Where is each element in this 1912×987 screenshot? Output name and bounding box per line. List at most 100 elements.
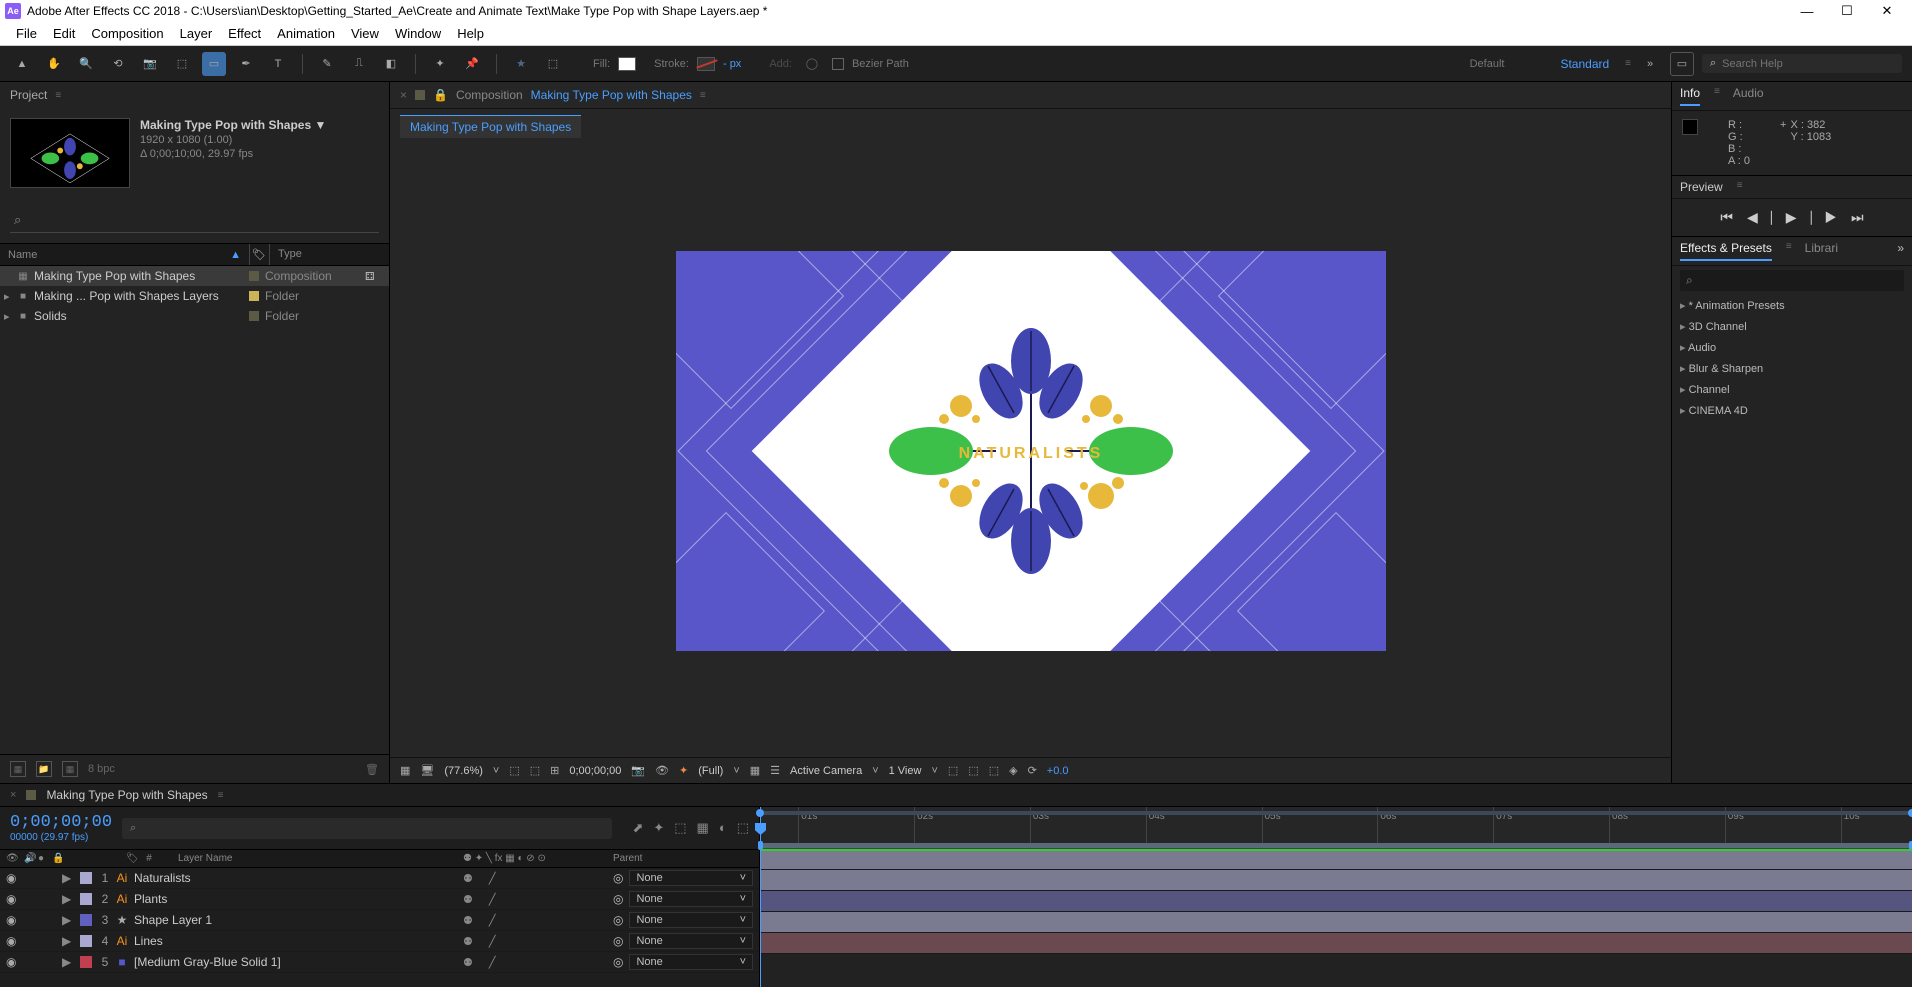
lock-col-icon[interactable]: 🔒 (52, 853, 66, 864)
effect-category[interactable]: Audio (1672, 337, 1912, 358)
menu-edit[interactable]: Edit (45, 26, 83, 41)
tab-preview[interactable]: Preview (1680, 180, 1723, 194)
project-item[interactable]: ▦ Making Type Pop with Shapes Compositio… (0, 266, 389, 286)
visibility-icon[interactable]: ◉ (6, 955, 20, 969)
label-swatch[interactable] (249, 311, 259, 321)
last-frame-icon[interactable]: ⏭ (1851, 209, 1864, 226)
roto-tool-icon[interactable]: ✦ (428, 52, 452, 76)
label-swatch[interactable] (80, 935, 92, 947)
parent-selector[interactable]: ◎None˅ (613, 933, 753, 949)
tab-libraries[interactable]: Librari (1805, 241, 1838, 261)
pickwhip-icon[interactable]: ◎ (613, 934, 623, 948)
name-col[interactable]: Layer Name (158, 853, 463, 864)
menu-composition[interactable]: Composition (83, 26, 171, 41)
rotate-tool-icon[interactable]: ⟲ (106, 52, 130, 76)
search-help[interactable]: ⌕ (1702, 54, 1902, 73)
magnification[interactable]: (77.6%) (444, 765, 483, 777)
pickwhip-icon[interactable]: ◎ (613, 955, 623, 969)
menu-effect[interactable]: Effect (220, 26, 269, 41)
next-frame-icon[interactable]: ⎸▶ (1811, 209, 1838, 226)
viewer-timecode[interactable]: 0;00;00;00 (569, 765, 621, 777)
tab-info[interactable]: Info (1680, 86, 1700, 106)
menu-view[interactable]: View (343, 26, 387, 41)
effect-category[interactable]: 3D Channel (1672, 316, 1912, 337)
eraser-tool-icon[interactable]: ◧ (379, 52, 403, 76)
show-snapshot-icon[interactable]: 👁 (655, 764, 669, 777)
panel-menu-icon[interactable]: ≡ (1737, 180, 1742, 194)
timeline-icon[interactable]: ☰ (770, 764, 780, 777)
layer-switches[interactable]: ⚉╱ (463, 935, 613, 948)
layer-bar[interactable] (760, 912, 1912, 933)
dropdown-icon[interactable]: ˅ (493, 765, 499, 777)
star-icon[interactable]: ★ (509, 52, 533, 76)
label-swatch[interactable] (80, 914, 92, 926)
expand-icon[interactable]: ▶ (62, 913, 76, 927)
puppet-tool-icon[interactable]: 📌 (460, 52, 484, 76)
view-icon-2[interactable]: ⬚ (968, 764, 978, 777)
project-search[interactable]: ⌕ (10, 208, 379, 233)
expand-icon[interactable]: ▸ (4, 310, 16, 323)
pickwhip-icon[interactable]: ◎ (613, 892, 623, 906)
label-swatch[interactable] (80, 893, 92, 905)
type-tool-icon[interactable]: T (266, 52, 290, 76)
layer-row[interactable]: ◉ ▶ 5 ■ [Medium Gray-Blue Solid 1] ⚉╱ ◎N… (0, 952, 759, 973)
bpc-label[interactable]: 8 bpc (88, 763, 115, 775)
refresh-icon[interactable]: ⟳ (1028, 764, 1037, 777)
shy-icon[interactable]: ⬚ (674, 820, 686, 836)
visibility-icon[interactable]: ◉ (6, 871, 20, 885)
expand-icon[interactable]: ▸ (4, 290, 16, 303)
comp-new-icon[interactable]: ▦ (62, 761, 78, 777)
playhead[interactable] (760, 807, 761, 987)
layer-switches[interactable]: ⚉╱ (463, 872, 613, 885)
brush-tool-icon[interactable]: ✎ (315, 52, 339, 76)
frame-blend-icon[interactable]: ▦ (697, 820, 709, 836)
comp-flow-icon[interactable]: ⬈ (632, 820, 643, 836)
motion-blur-icon[interactable]: ◐ (719, 820, 727, 836)
roi-icon[interactable]: ⬚ (530, 764, 540, 777)
camera-tool-icon[interactable]: 📷 (138, 52, 162, 76)
stroke-swatch[interactable] (697, 57, 715, 71)
comp-name[interactable]: Making Type Pop with Shapes ▼ (140, 118, 326, 132)
menu-help[interactable]: Help (449, 26, 492, 41)
resolution-icon[interactable]: ⬚ (509, 764, 519, 777)
graph-editor-icon[interactable]: ⬚ (737, 820, 749, 836)
channel-icon[interactable]: ✦ (679, 764, 688, 777)
resolution-select[interactable]: (Full) (698, 765, 723, 777)
workspace-default[interactable]: Default (1470, 58, 1505, 70)
always-preview-icon[interactable]: ▦ (400, 764, 410, 777)
layer-bar[interactable] (760, 849, 1912, 870)
expand-icon[interactable]: ▶ (62, 955, 76, 969)
zoom-tool-icon[interactable]: 🔍 (74, 52, 98, 76)
menu-window[interactable]: Window (387, 26, 449, 41)
tab-audio[interactable]: Audio (1733, 86, 1764, 106)
label-col-icon[interactable]: 🏷 (126, 853, 140, 864)
expand-icon[interactable]: ▶ (62, 934, 76, 948)
expand-icon[interactable]: ▶ (62, 892, 76, 906)
transparency-icon[interactable]: 🖥 (420, 764, 434, 777)
visibility-icon[interactable]: ◉ (6, 913, 20, 927)
close-tab-icon[interactable]: × (10, 789, 16, 801)
visibility-icon[interactable]: ◉ (6, 934, 20, 948)
layer-switches[interactable]: ⚉╱ (463, 893, 613, 906)
effects-search[interactable]: ⌕ (1680, 270, 1904, 291)
rectangle-tool-icon[interactable]: ▭ (202, 52, 226, 76)
layer-bar[interactable] (760, 933, 1912, 954)
timeline-search[interactable]: ⌕ (122, 818, 612, 839)
dropdown-icon[interactable]: ˅ (931, 765, 937, 777)
effect-category[interactable]: Blur & Sharpen (1672, 358, 1912, 379)
panel-toggle-icon[interactable]: ▭ (1670, 52, 1694, 76)
timecode[interactable]: 0;00;00;00 (10, 813, 112, 832)
view-icon-3[interactable]: ⬚ (989, 764, 999, 777)
views-count[interactable]: 1 View (889, 765, 922, 777)
dropdown-icon[interactable]: ˅ (733, 765, 739, 777)
label-swatch[interactable] (249, 271, 259, 281)
tab-effects[interactable]: Effects & Presets (1680, 241, 1772, 261)
menu-file[interactable]: File (8, 26, 45, 41)
visibility-icon[interactable]: ◉ (6, 892, 20, 906)
more-workspaces-icon[interactable]: » (1638, 52, 1662, 76)
label-swatch[interactable] (80, 956, 92, 968)
label-swatch[interactable] (80, 872, 92, 884)
dropdown-icon[interactable]: ˅ (872, 765, 878, 777)
col-type-header[interactable]: Type (269, 244, 389, 265)
layer-switches[interactable]: ⚉╱ (463, 914, 613, 927)
